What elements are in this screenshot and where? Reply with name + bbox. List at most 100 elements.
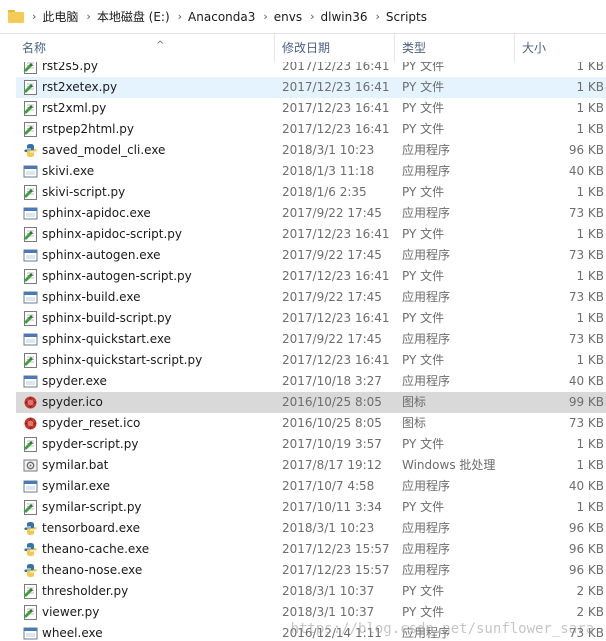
file-date: 2017/10/7 4:58: [282, 479, 375, 493]
file-type: 图标: [402, 416, 427, 430]
file-row[interactable]: skivi-script.py 2018/1/6 2:35 PY 文件 1 KB: [16, 182, 606, 203]
column-date-label: 修改日期: [282, 41, 331, 55]
file-size: 1 KB: [576, 101, 604, 115]
file-name: sphinx-autogen-script.py: [42, 269, 192, 283]
application-icon: [23, 206, 38, 221]
file-size: 1 KB: [576, 227, 604, 241]
file-row[interactable]: sphinx-apidoc.exe 2017/9/22 17:45 应用程序 73 K…: [16, 203, 606, 224]
ico-image-icon: [23, 395, 38, 410]
file-name: spyder-script.py: [42, 437, 139, 451]
file-type: 应用程序: [402, 479, 451, 493]
file-row[interactable]: sphinx-build-script.py 2017/12/23 16:41 PY…: [16, 308, 606, 329]
file-name: sphinx-quickstart.exe: [42, 332, 171, 346]
breadcrumb-item[interactable]: 此电脑: [42, 8, 78, 25]
file-date: 2018/3/1 10:37: [282, 605, 375, 619]
file-row[interactable]: skivi.exe 2018/1/3 11:18 应用程序 40 KB: [16, 161, 606, 182]
file-name: sphinx-quickstart-script.py: [42, 353, 203, 367]
file-size: 1 KB: [576, 122, 604, 136]
file-type: PY 文件: [402, 101, 445, 115]
file-row[interactable]: theano-cache.exe 2017/12/23 15:57 应用程序 96 K…: [16, 539, 606, 560]
file-row[interactable]: spyder.exe 2017/10/18 3:27 应用程序 40 KB: [16, 371, 606, 392]
file-row[interactable]: tensorboard.exe 2018/3/1 10:23 应用程序 96 KB: [16, 518, 606, 539]
file-date: 2017/12/23 16:41: [282, 101, 390, 115]
file-size: 1 KB: [576, 62, 604, 73]
file-row[interactable]: rst2xml.py 2017/12/23 16:41 PY 文件 1 KB: [16, 98, 606, 119]
application-icon: [23, 332, 38, 347]
watermark: https://blog.csdn.net/sunflower_sara: [290, 621, 594, 637]
column-header-type[interactable]: 类型: [396, 34, 515, 62]
file-row[interactable]: viewer.py 2018/3/1 10:37 PY 文件 2 KB: [16, 602, 606, 623]
file-date: 2017/9/22 17:45: [282, 248, 382, 262]
breadcrumb-item[interactable]: envs: [274, 10, 302, 24]
file-size: 96 KB: [568, 563, 604, 577]
file-size: 73 KB: [568, 290, 604, 304]
file-date: 2017/12/23 16:41: [282, 80, 390, 94]
file-date: 2017/12/23 16:41: [282, 353, 390, 367]
chevron-right-icon[interactable]: ›: [86, 10, 90, 23]
address-bar[interactable]: › 此电脑 › 本地磁盘 (E:) › Anaconda3 › envs › dlwin36 › Sc…: [0, 0, 606, 34]
file-row[interactable]: saved_model_cli.exe 2018/3/1 10:23 应用程序 96 …: [16, 140, 606, 161]
file-name: theano-nose.exe: [42, 563, 143, 577]
folder-icon: [8, 10, 24, 23]
file-row[interactable]: symilar.bat 2017/8/17 19:12 Windows 批处理 1 K…: [16, 455, 606, 476]
file-row[interactable]: symilar-script.py 2017/10/11 3:34 PY 文件 1 K…: [16, 497, 606, 518]
file-row[interactable]: sphinx-autogen.exe 2017/9/22 17:45 应用程序 73 …: [16, 245, 606, 266]
file-row[interactable]: spyder_reset.ico 2016/10/25 8:05 图标 73 KB: [16, 413, 606, 434]
file-type: PY 文件: [402, 269, 445, 283]
file-row[interactable]: sphinx-quickstart-script.py 2017/12/23 16…: [16, 350, 606, 371]
file-row[interactable]: sphinx-autogen-script.py 2017/12/23 16:41…: [16, 266, 606, 287]
file-row[interactable]: thresholder.py 2018/3/1 10:37 PY 文件 2 KB: [16, 581, 606, 602]
application-icon: [23, 290, 38, 305]
column-header-date[interactable]: 修改日期: [276, 34, 395, 62]
python-file-icon: [23, 437, 38, 452]
chevron-right-icon[interactable]: ›: [178, 10, 182, 23]
python-file-icon: [23, 101, 38, 116]
application-icon: [23, 248, 38, 263]
file-type: 应用程序: [402, 563, 451, 577]
file-date: 2016/10/25 8:05: [282, 416, 382, 430]
file-size: 73 KB: [568, 332, 604, 346]
application-icon: [23, 479, 38, 494]
breadcrumb-item[interactable]: Anaconda3: [188, 10, 255, 24]
file-row[interactable]: symilar.exe 2017/10/7 4:58 应用程序 40 KB: [16, 476, 606, 497]
breadcrumb-item[interactable]: dlwin36: [321, 10, 368, 24]
chevron-right-icon[interactable]: ›: [376, 10, 380, 23]
file-size: 1 KB: [576, 458, 604, 472]
file-row[interactable]: spyder.ico 2016/10/25 8:05 图标 99 KB: [16, 392, 606, 413]
file-row[interactable]: rst2xetex.py 2017/12/23 16:41 PY 文件 1 KB: [16, 77, 606, 98]
file-date: 2017/10/11 3:34: [282, 500, 382, 514]
column-header-size[interactable]: 大小: [516, 34, 606, 62]
file-row[interactable]: rstpep2html.py 2017/12/23 16:41 PY 文件 1 KB: [16, 119, 606, 140]
breadcrumb-item[interactable]: 本地磁盘 (E:): [97, 8, 170, 25]
file-row[interactable]: theano-nose.exe 2017/12/23 15:57 应用程序 96 KB: [16, 560, 606, 581]
file-row[interactable]: spyder-script.py 2017/10/19 3:57 PY 文件 1 KB: [16, 434, 606, 455]
breadcrumb-item[interactable]: Scripts: [386, 10, 427, 24]
column-type-label: 类型: [402, 41, 427, 55]
application-icon: [23, 374, 38, 389]
file-date: 2017/12/23 16:41: [282, 227, 390, 241]
file-row[interactable]: rst2s5.py 2017/12/23 16:41 PY 文件 1 KB: [16, 62, 606, 77]
python-file-icon: [23, 122, 38, 137]
file-row[interactable]: sphinx-apidoc-script.py 2017/12/23 16:41 P…: [16, 224, 606, 245]
file-size: 96 KB: [568, 542, 604, 556]
file-name: thresholder.py: [42, 584, 129, 598]
chevron-right-icon[interactable]: ›: [32, 10, 36, 23]
file-list[interactable]: rst2s5.py 2017/12/23 16:41 PY 文件 1 KB rst2xe…: [0, 62, 606, 641]
file-date: 2017/12/23 16:41: [282, 62, 390, 73]
column-header-name[interactable]: 名称 ^: [16, 34, 275, 62]
file-type: PY 文件: [402, 122, 445, 136]
file-size: 96 KB: [568, 143, 604, 157]
file-type: PY 文件: [402, 605, 445, 619]
file-type: PY 文件: [402, 437, 445, 451]
file-name: symilar.bat: [42, 458, 109, 472]
file-type: 应用程序: [402, 248, 451, 262]
python-file-icon: [23, 227, 38, 242]
chevron-right-icon[interactable]: ›: [310, 10, 314, 23]
file-date: 2016/10/25 8:05: [282, 395, 382, 409]
chevron-right-icon[interactable]: ›: [263, 10, 267, 23]
file-name: symilar-script.py: [42, 500, 142, 514]
file-row[interactable]: sphinx-quickstart.exe 2017/9/22 17:45 应用程序…: [16, 329, 606, 350]
python-file-icon: [23, 605, 38, 620]
file-row[interactable]: sphinx-build.exe 2017/9/22 17:45 应用程序 73 KB: [16, 287, 606, 308]
file-type: PY 文件: [402, 80, 445, 94]
